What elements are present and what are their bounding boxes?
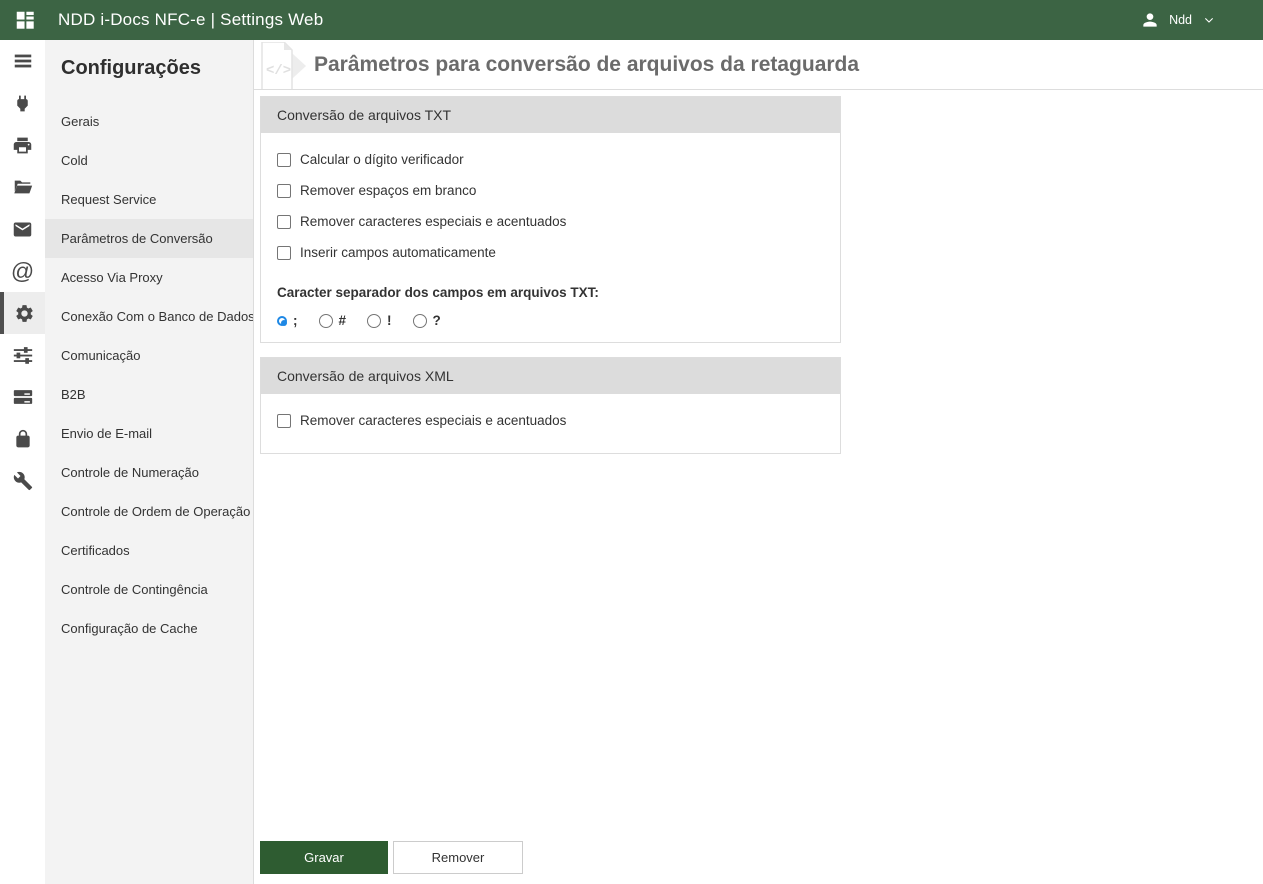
app-logo-icon [14,8,38,32]
topbar: NDD i-Docs NFC-e | Settings Web Ndd [0,0,1263,40]
sidebar-item-email-accounts[interactable]: @ [0,250,45,292]
sidebar-item-security[interactable] [0,418,45,460]
radio-button[interactable] [367,313,382,328]
txt-conversion-card: Conversão de arquivos TXT Calcular o díg… [260,96,841,343]
svg-text:</>: </> [266,63,291,79]
checkbox-row-inserir-campos[interactable]: Inserir campos automaticamente [277,237,824,268]
settings-sidebar: Configurações Gerais Cold Request Servic… [45,40,253,884]
radio-option-semicolon[interactable]: ; [277,313,298,328]
settings-menu: Gerais Cold Request Service Parâmetros d… [45,102,253,648]
sidebar-item-cold[interactable]: Cold [45,141,253,180]
plug-icon [17,95,28,111]
radio-button[interactable] [318,313,333,328]
menu-icon [14,54,31,68]
checkbox-label: Calcular o dígito verificador [300,152,464,167]
separator-radio-group: ; # ! ? [277,313,824,328]
user-menu[interactable]: Ndd [1140,10,1217,30]
checkbox-label: Remover espaços em branco [300,183,477,198]
sidebar-item-controle-ordem-operacao[interactable]: Controle de Ordem de Operação [45,492,253,531]
user-icon [1143,13,1157,27]
checkbox-row-remover-espacos[interactable]: Remover espaços em branco [277,175,824,206]
checkbox-label: Remover caracteres especiais e acentuado… [300,214,567,229]
checkbox[interactable] [277,183,291,198]
checkbox[interactable] [277,152,291,167]
sidebar-item-tools[interactable] [0,460,45,502]
xml-card-title: Conversão de arquivos XML [261,358,840,394]
sidebar-item-settings[interactable] [0,292,45,334]
user-name: Ndd [1169,13,1192,27]
sidebar-item-acesso-via-proxy[interactable]: Acesso Via Proxy [45,258,253,297]
sidebar-item-gerais[interactable]: Gerais [45,102,253,141]
checkbox-label: Remover caracteres especiais e acentuado… [300,413,567,428]
checkbox-row-calcular-digito[interactable]: Calcular o dígito verificador [277,144,824,175]
gear-icon [16,304,33,322]
checkbox[interactable] [277,413,291,428]
code-file-icon: </> [261,42,306,89]
at-sign-icon: @ [10,257,35,284]
folder-open-icon [13,180,32,194]
sidebar-item-parameters[interactable] [0,334,45,376]
checkbox[interactable] [277,245,291,260]
settings-cards: Conversão de arquivos TXT Calcular o díg… [254,90,1263,468]
page-title: Parâmetros para conversão de arquivos da… [314,52,860,76]
txt-card-title: Conversão de arquivos TXT [261,97,840,133]
wrench-icon [13,471,32,491]
sidebar-item-request-service[interactable]: Request Service [45,180,253,219]
form-actions: Gravar Remover [254,841,1263,884]
envelope-icon [13,222,32,236]
checkbox[interactable] [277,214,291,229]
icon-sidebar: @ [0,40,45,884]
xml-conversion-card: Conversão de arquivos XML Remover caract… [260,357,841,454]
server-icon [13,390,32,404]
sidebar-item-configuracao-de-cache[interactable]: Configuração de Cache [45,609,253,648]
sidebar-heading: Configurações [61,57,202,79]
radio-button-selected[interactable] [277,315,287,326]
checkbox-row-remover-caracteres-txt[interactable]: Remover caracteres especiais e acentuado… [277,206,824,237]
sidebar-item-connections[interactable] [0,82,45,124]
sidebar-item-printing[interactable] [0,124,45,166]
printer-icon [13,137,32,153]
app-title: NDD i-Docs NFC-e | Settings Web [58,10,324,29]
sidebar-item-parametros-de-conversao[interactable]: Parâmetros de Conversão [45,219,253,258]
radio-option-hash[interactable]: # [318,313,346,328]
sidebar-item-files[interactable] [0,166,45,208]
sidebar-item-conexao-banco-dados[interactable]: Conexão Com o Banco de Dados [45,297,253,336]
app-window: NDD i-Docs NFC-e | Settings Web Ndd @ Co… [0,0,1263,884]
sidebar-item-mail[interactable] [0,208,45,250]
page-header: </> Parâmetros para conversão de arquivo… [254,40,1263,90]
chevron-down-icon [1204,17,1214,23]
main-content: </> Parâmetros para conversão de arquivo… [253,40,1263,884]
sidebar-item-servers[interactable] [0,376,45,418]
sidebar-item-controle-de-numeracao[interactable]: Controle de Numeração [45,453,253,492]
separator-label: Caracter separador dos campos em arquivo… [277,285,599,300]
radio-button[interactable] [412,313,427,328]
remove-button[interactable]: Remover [393,841,523,874]
lock-icon [15,429,30,448]
sidebar-item-comunicacao[interactable]: Comunicação [45,336,253,375]
checkbox-label: Inserir campos automaticamente [300,245,496,260]
sidebar-item-b2b[interactable]: B2B [45,375,253,414]
sidebar-item-envio-de-email[interactable]: Envio de E-mail [45,414,253,453]
save-button[interactable]: Gravar [260,841,388,874]
sliders-icon [13,347,32,364]
sidebar-item-certificados[interactable]: Certificados [45,531,253,570]
checkbox-row-remover-caracteres-xml[interactable]: Remover caracteres especiais e acentuado… [277,405,824,436]
radio-option-exclamation[interactable]: ! [367,313,392,328]
radio-option-question[interactable]: ? [412,313,441,328]
sidebar-item-controle-de-contingencia[interactable]: Controle de Contingência [45,570,253,609]
sidebar-item-menu[interactable] [0,40,45,82]
